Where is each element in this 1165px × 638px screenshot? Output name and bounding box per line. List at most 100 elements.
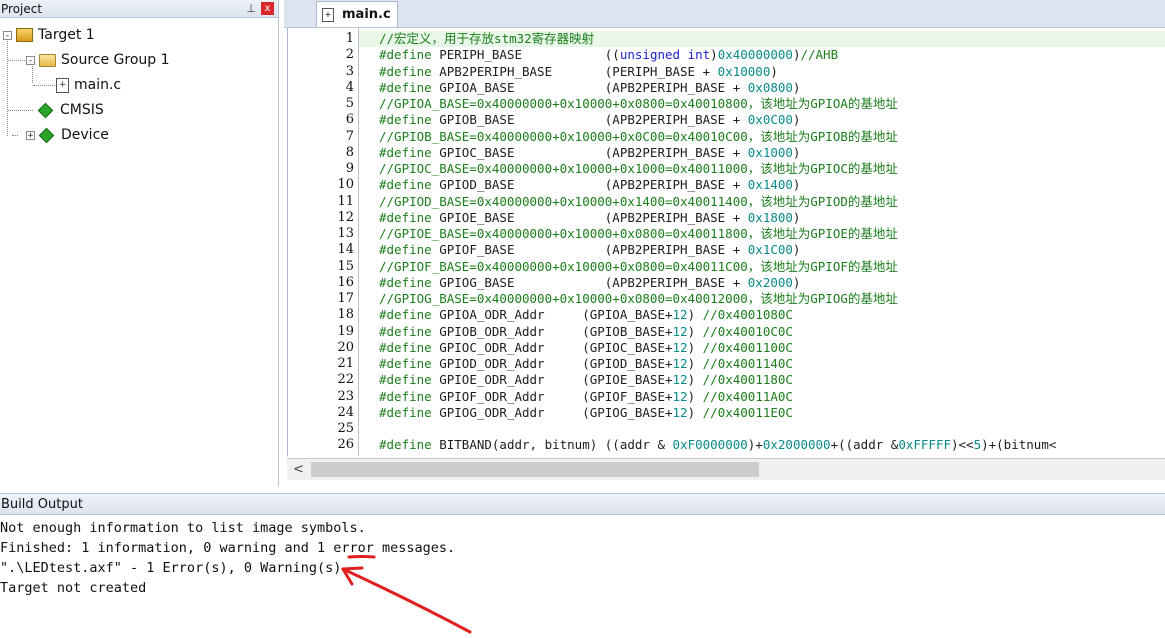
tree-item-main-c[interactable]: + main.c (52, 74, 121, 96)
collapse-icon[interactable]: - (26, 55, 35, 65)
code-token: 12 (672, 372, 688, 388)
code-token: #define (379, 242, 432, 258)
code-line[interactable]: #define APB2PERIPH_BASE (PERIPH_BASE + 0… (379, 64, 778, 80)
line-number: 9 (345, 161, 354, 176)
code-line[interactable]: #define GPIOB_ODR_Addr (GPIOB_BASE+12) /… (379, 324, 793, 340)
code-line[interactable]: #define GPIOC_ODR_Addr (GPIOC_BASE+12) /… (379, 340, 793, 356)
code-line[interactable]: //GPIOA_BASE=0x40000000+0x10000+0x0800=0… (379, 96, 898, 112)
code-token: 0x2000 (747, 274, 793, 290)
code-token: BITBAND(addr, bitnum) ((addr & (431, 437, 673, 453)
code-token: GPIOD_ODR_Addr (GPIOD_BASE+ (431, 356, 673, 371)
code-line[interactable]: #define GPIOB_BASE (APB2PERIPH_BASE + 0x… (379, 112, 800, 128)
code-line[interactable]: #define GPIOA_ODR_Addr (GPIOA_BASE+12) /… (379, 307, 793, 323)
tree-item-label: CMSIS (60, 102, 104, 118)
line-number: 7 (345, 128, 354, 144)
close-icon[interactable]: x (261, 2, 274, 15)
code-token: ) (770, 63, 778, 79)
collapse-icon[interactable]: - (3, 30, 12, 40)
code-token: 12 (672, 356, 688, 371)
pin-icon[interactable]: ⊥ (245, 2, 257, 15)
project-panel: Project ⊥ x - Target 1 - Source Group 1 … (0, 0, 279, 486)
code-line[interactable]: #define GPIOF_ODR_Addr (GPIOF_BASE+12) /… (379, 389, 793, 405)
scroll-left-icon[interactable]: < (293, 462, 304, 477)
code-line[interactable]: #define GPIOD_ODR_Addr (GPIOD_BASE+12) /… (379, 356, 793, 372)
line-number: 23 (337, 388, 354, 404)
code-line[interactable]: #define GPIOG_ODR_Addr (GPIOG_BASE+12) /… (379, 405, 793, 421)
line-number: 15 (337, 258, 354, 274)
code-token: 0x1C00 (747, 242, 793, 258)
code-token: +((addr & (830, 437, 899, 453)
line-number: 16 (337, 274, 354, 290)
code-line[interactable]: #define GPIOF_BASE (APB2PERIPH_BASE + 0x… (379, 242, 800, 258)
scrollbar-thumb[interactable] (311, 462, 759, 477)
line-number: 5 (345, 96, 354, 111)
line-number: 13 (337, 226, 354, 241)
code-line[interactable]: //GPIOE_BASE=0x40000000+0x10000+0x0800=0… (379, 226, 898, 242)
code-token: //0x40011A0C (702, 388, 793, 404)
tree-item-target[interactable]: - Target 1 (3, 24, 95, 46)
code-line[interactable]: #define PERIPH_BASE ((unsigned int)0x400… (379, 47, 838, 63)
line-number: 4 (345, 79, 354, 95)
tree-item-cmsis[interactable]: CMSIS (34, 99, 104, 121)
code-line[interactable]: #define GPIOE_BASE (APB2PERIPH_BASE + 0x… (379, 210, 800, 226)
code-token: #define (379, 144, 432, 160)
code-token: //0x4001080C (702, 307, 793, 323)
code-token: //0x4001180C (702, 372, 793, 388)
code-token: 12 (672, 339, 688, 355)
c-file-icon: + (56, 77, 69, 93)
tree-item-label: Source Group 1 (61, 52, 170, 68)
code-token: PERIPH_BASE (( (431, 47, 620, 63)
code-token: 0x1000 (747, 144, 793, 160)
code-token: GPIOA_BASE (APB2PERIPH_BASE + (431, 79, 748, 95)
code-token: GPIOB_ODR_Addr (GPIOB_BASE+ (431, 323, 673, 339)
code-token: ) (687, 323, 703, 339)
code-token: //GPIOE_BASE=0x40000000+0x10000+0x0800=0… (379, 226, 898, 241)
line-number: 14 (337, 242, 354, 258)
code-line[interactable]: #define BITBAND(addr, bitnum) ((addr & 0… (379, 437, 1056, 453)
code-line[interactable]: #define GPIOA_BASE (APB2PERIPH_BASE + 0x… (379, 80, 800, 96)
tree-item-label: main.c (74, 77, 122, 93)
tree-item-source-group[interactable]: - Source Group 1 (26, 49, 170, 71)
code-token: //0x40011E0C (702, 404, 793, 420)
component-icon (38, 127, 55, 143)
line-number: 18 (337, 307, 354, 323)
code-line[interactable]: #define GPIOE_ODR_Addr (GPIOE_BASE+12) /… (379, 372, 793, 388)
tree-item-device[interactable]: + Device (26, 124, 109, 146)
code-area[interactable]: //宏定义，用于存放stm32寄存器映射 #define PERIPH_BASE … (358, 28, 1165, 456)
build-output-panel[interactable]: Not enough information to list image sym… (0, 516, 1165, 638)
code-token: ) (792, 79, 801, 95)
code-token: 0x1800 (747, 209, 793, 225)
code-token: #define (379, 79, 432, 95)
code-editor[interactable]: 1 2 3 4 5 6 7 8 9 10 11 12 13 14 15 16 17 18 19 20 21 22 23 24 2… (287, 28, 1165, 456)
code-token: #define (379, 307, 432, 323)
code-token: #define (379, 112, 432, 128)
code-token: 12 (672, 323, 688, 339)
code-line[interactable]: //GPIOD_BASE=0x40000000+0x10000+0x1400=0… (379, 194, 898, 210)
line-number: 21 (337, 356, 354, 371)
code-token: //GPIOC_BASE=0x40000000+0x10000+0x1000=0… (379, 161, 898, 176)
build-output-line: Target not created (0, 580, 147, 596)
tab-main-c[interactable]: + main.c (316, 1, 398, 27)
build-output-line: Finished: 1 information, 0 warning and 1… (0, 540, 456, 556)
code-token: #define (379, 372, 432, 388)
code-line[interactable]: #define GPIOC_BASE (APB2PERIPH_BASE + 0x… (379, 145, 800, 161)
code-line[interactable]: //宏定义，用于存放stm32寄存器映射 (379, 31, 594, 47)
code-line[interactable]: //GPIOG_BASE=0x40000000+0x10000+0x0800=0… (379, 291, 898, 307)
code-token: #define (379, 323, 432, 339)
code-token: #define (379, 274, 432, 290)
code-token: #define (379, 437, 432, 453)
code-token: 0x0800 (747, 79, 793, 95)
code-token: GPIOC_BASE (APB2PERIPH_BASE + (431, 144, 748, 160)
tree-item-label: Device (61, 127, 109, 143)
code-token: //0x4001100C (702, 339, 793, 355)
code-line[interactable]: #define GPIOD_BASE (APB2PERIPH_BASE + 0x… (379, 177, 800, 193)
code-token: ) (792, 177, 801, 193)
horizontal-scrollbar[interactable]: < (287, 458, 1165, 480)
code-token: GPIOE_ODR_Addr (GPIOE_BASE+ (431, 372, 673, 388)
code-line[interactable]: #define GPIOG_BASE (APB2PERIPH_BASE + 0x… (379, 275, 800, 291)
expand-icon[interactable]: + (26, 130, 35, 140)
line-number: 22 (337, 372, 354, 388)
code-line[interactable]: //GPIOB_BASE=0x40000000+0x10000+0x0C00=0… (379, 129, 898, 145)
code-line[interactable]: //GPIOF_BASE=0x40000000+0x10000+0x0800=0… (379, 259, 898, 275)
code-line[interactable]: //GPIOC_BASE=0x40000000+0x10000+0x1000=0… (379, 161, 898, 177)
